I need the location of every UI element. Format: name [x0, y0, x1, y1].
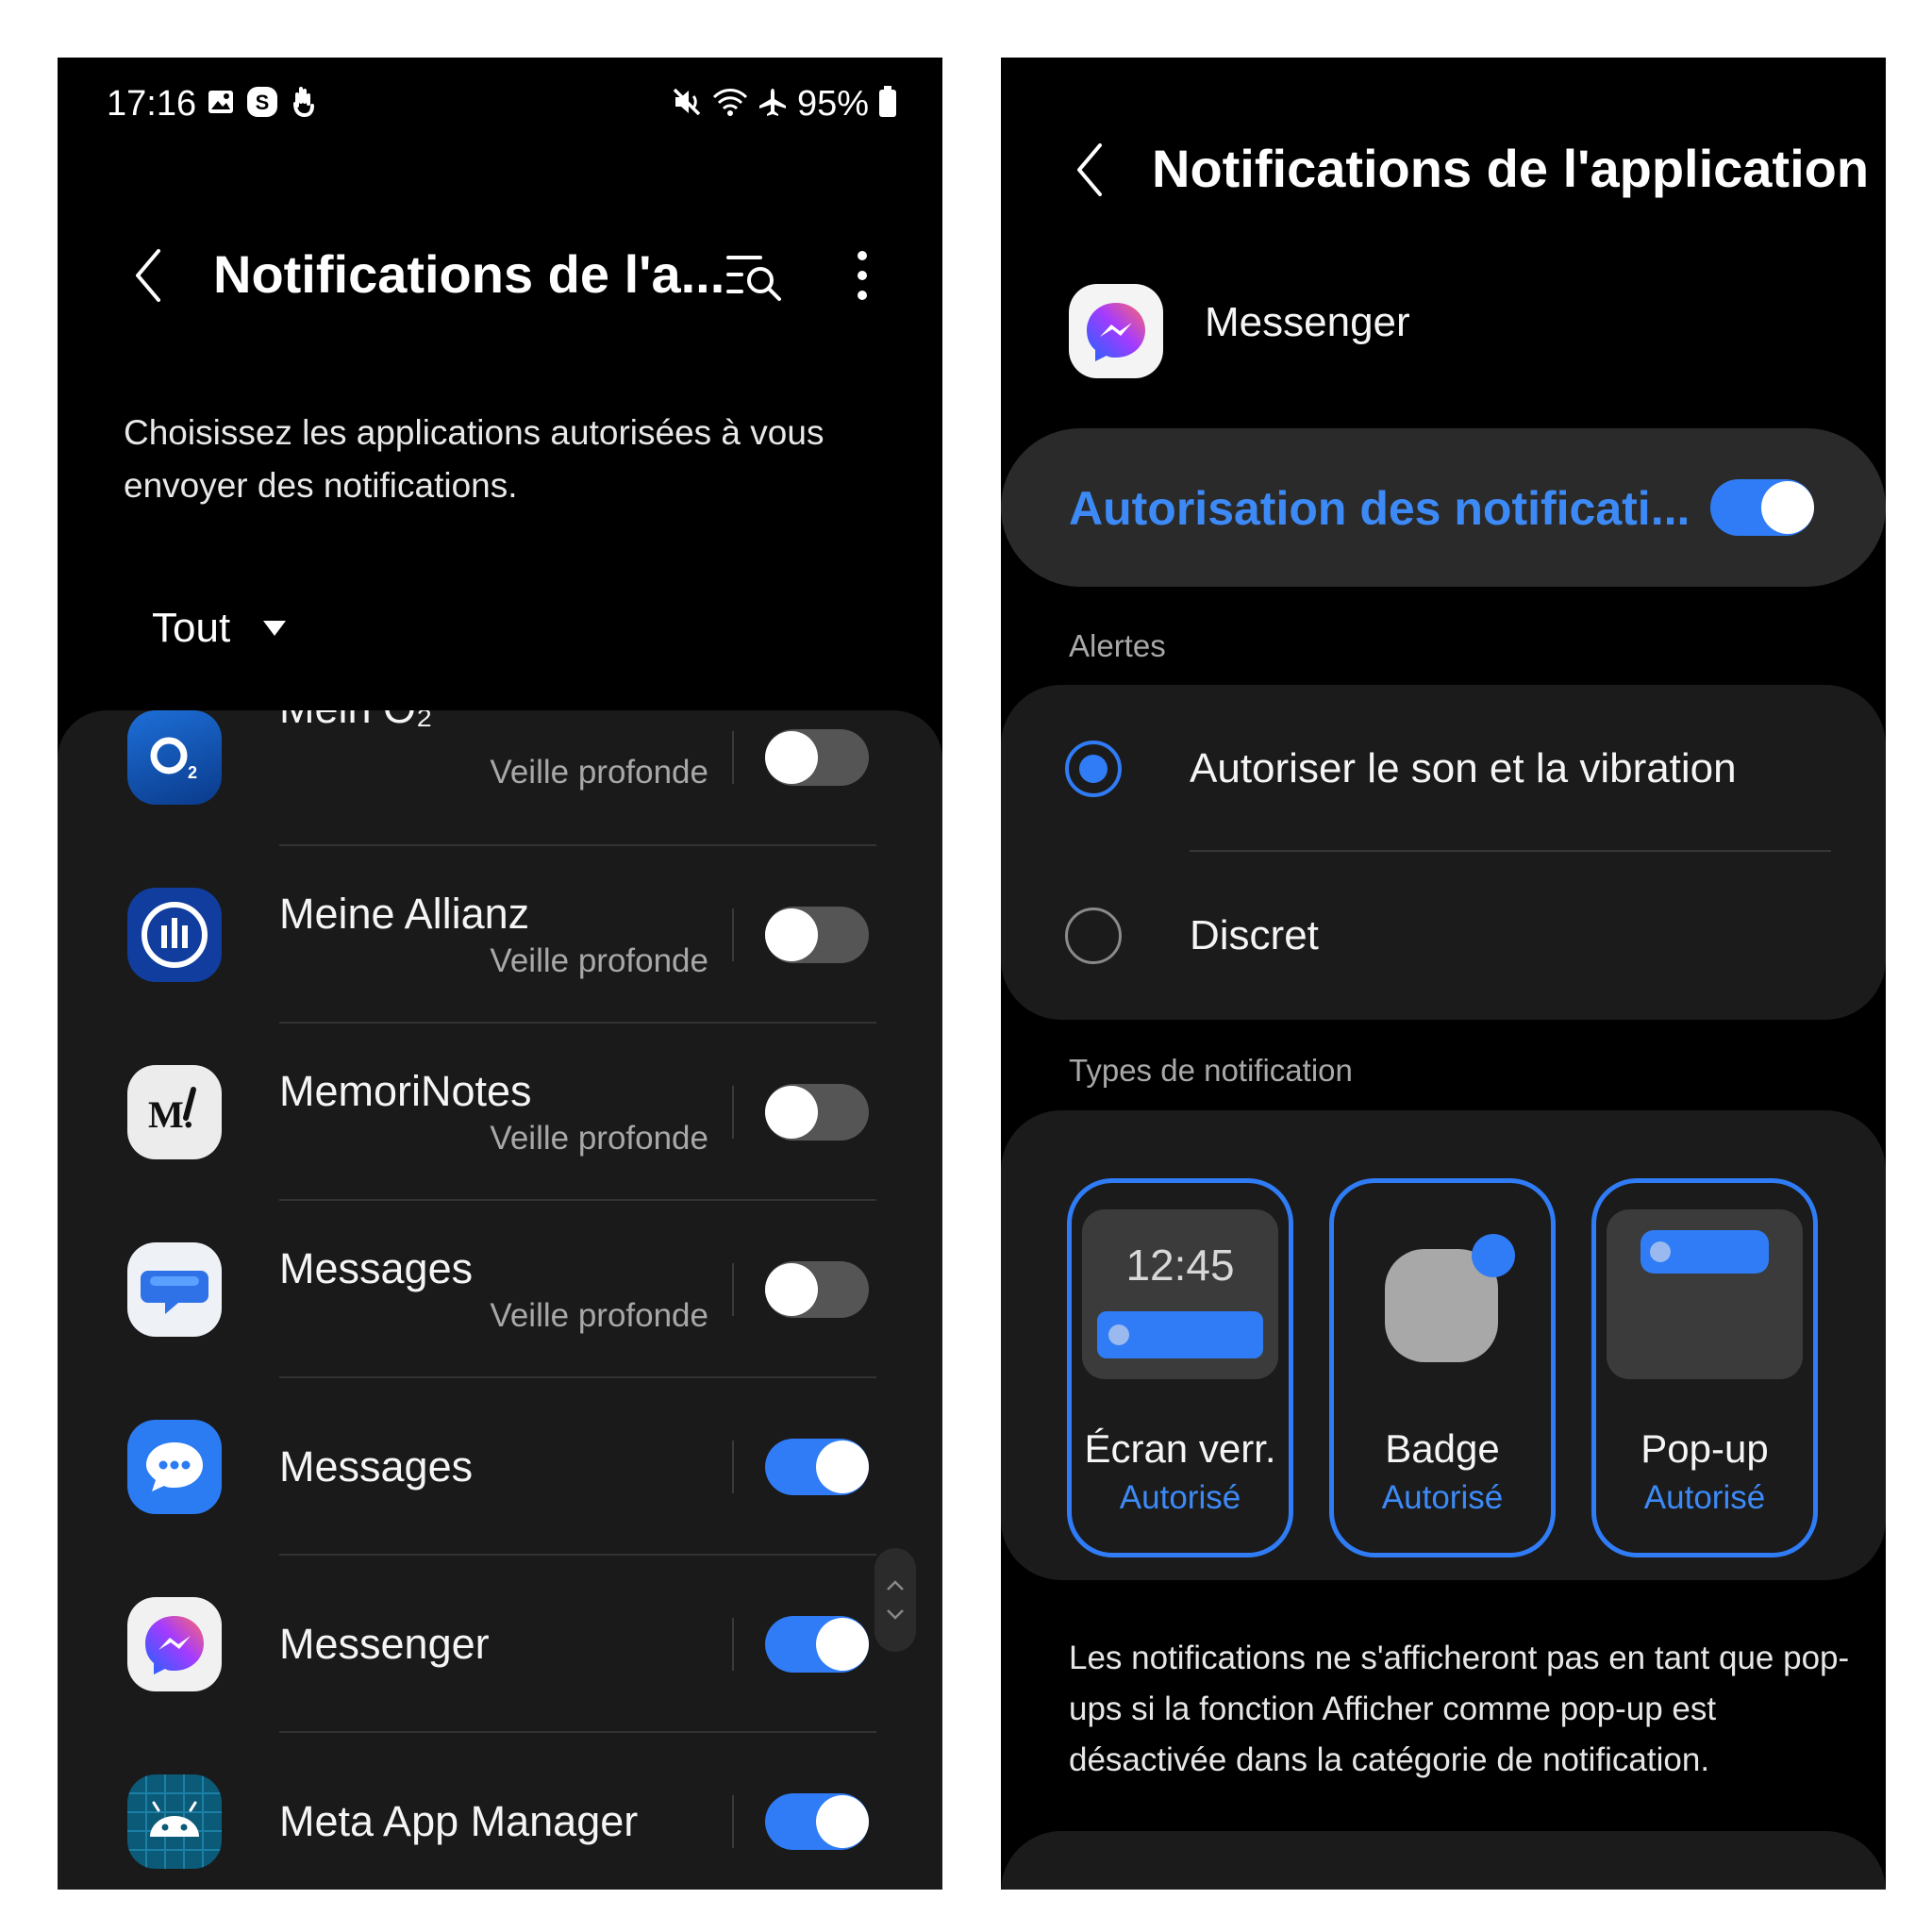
app-row-messenger[interactable]: Messenger	[58, 1556, 942, 1733]
app-list[interactable]: 2 Mein O₂ Veille profonde Meine Allianz …	[58, 710, 942, 1890]
app-subtitle: Veille profonde	[490, 1120, 708, 1157]
type-status: Autorisé	[1119, 1479, 1241, 1516]
filter-label: Tout	[152, 605, 231, 651]
type-badge[interactable]: Badge Autorisé	[1329, 1178, 1556, 1557]
app-toggle-mein-o2[interactable]	[765, 729, 869, 786]
notification-types-card: 12:45 Écran verr. Autorisé Badge Autoris…	[1001, 1110, 1886, 1580]
messenger-icon	[1069, 284, 1163, 378]
caret-down-icon	[263, 621, 287, 636]
app-row-meta-app-manager[interactable]: Meta App Manager	[58, 1733, 942, 1890]
app-toggle-memorinotes[interactable]	[765, 1084, 869, 1141]
battery-icon	[878, 86, 897, 123]
type-name: Écran verr.	[1084, 1426, 1276, 1471]
back-button[interactable]	[116, 242, 182, 308]
o2-icon: 2	[127, 710, 222, 805]
alerts-card: Autoriser le son et la vibration Discret	[1001, 685, 1886, 1020]
more-vertical-icon	[858, 251, 867, 300]
app-row-memorinotes[interactable]: M. MemoriNotes Veille profonde	[58, 1024, 942, 1201]
s-app-icon: S	[246, 86, 278, 123]
google-messages-icon	[127, 1242, 222, 1337]
chevron-down-icon	[887, 1609, 904, 1620]
app-name: Mein O₂	[279, 710, 433, 733]
alert-option-silent[interactable]: Discret	[1001, 852, 1886, 1020]
app-subtitle: Veille profonde	[490, 942, 708, 979]
image-icon	[207, 88, 235, 121]
svg-text:S: S	[256, 91, 270, 114]
app-name: Messenger	[279, 1620, 490, 1668]
mute-icon	[671, 86, 703, 123]
next-settings-card	[1001, 1831, 1886, 1890]
radio-label: Discret	[1190, 912, 1319, 958]
page-description: Choisissez les applications autorisées à…	[124, 413, 824, 505]
filter-dropdown[interactable]: Tout	[152, 605, 287, 652]
meta-app-manager-icon	[127, 1774, 222, 1869]
messenger-icon	[127, 1597, 222, 1691]
allow-notifications-row[interactable]: Autorisation des notificati...	[1001, 428, 1886, 587]
popup-notification-bar	[1641, 1230, 1769, 1274]
wifi-icon	[712, 86, 748, 123]
chevron-up-icon	[887, 1580, 904, 1591]
status-time: 17:16	[107, 84, 197, 124]
popup-info-text: Les notifications ne s'afficheront pas e…	[1069, 1640, 1850, 1778]
radio-sound-vibration[interactable]	[1065, 741, 1122, 797]
battery-percent: 95%	[796, 84, 869, 124]
svg-text:2: 2	[188, 763, 197, 782]
app-row-mein-o2[interactable]: 2 Mein O₂ Veille profonde	[58, 710, 942, 846]
app-row-google-messages[interactable]: Messages Veille profonde	[58, 1201, 942, 1378]
more-options-button[interactable]	[839, 242, 886, 308]
app-name: Meine Allianz	[279, 890, 530, 938]
app-name: Messages	[279, 1442, 474, 1491]
app-notification-settings-screen: Notifications de l'application Messenger…	[1001, 58, 1886, 1890]
back-button[interactable]	[1058, 137, 1124, 203]
status-bar: 17:16 S 95%	[58, 58, 942, 152]
app-name: Messenger	[1205, 299, 1410, 345]
allow-notifications-toggle[interactable]	[1710, 479, 1814, 536]
allow-notifications-label: Autorisation des notificati...	[1069, 482, 1690, 535]
type-name: Badge	[1385, 1426, 1500, 1471]
chevron-left-icon	[1077, 143, 1102, 196]
type-status: Autorisé	[1381, 1479, 1504, 1516]
radio-silent[interactable]	[1065, 908, 1122, 964]
memorinotes-icon: M.	[127, 1065, 222, 1159]
app-toggle-meine-allianz[interactable]	[765, 907, 869, 963]
chevron-left-icon	[136, 249, 160, 302]
type-popup[interactable]: Pop-up Autorisé	[1591, 1178, 1818, 1557]
app-toggle-meta-app-manager[interactable]	[765, 1793, 869, 1850]
popup-preview	[1607, 1209, 1803, 1379]
type-name: Pop-up	[1641, 1426, 1769, 1471]
app-row-samsung-messages[interactable]: Messages	[58, 1378, 942, 1556]
alerts-section-label: Alertes	[1069, 628, 1166, 663]
allianz-icon	[127, 888, 222, 982]
filter-search-icon	[726, 256, 781, 301]
radio-label: Autoriser le son et la vibration	[1190, 745, 1737, 791]
app-toggle-messenger[interactable]	[765, 1616, 869, 1673]
type-status: Autorisé	[1643, 1479, 1766, 1516]
app-row-meine-allianz[interactable]: Meine Allianz Veille profonde	[58, 846, 942, 1024]
app-toggle-google-messages[interactable]	[765, 1261, 869, 1318]
page-title: Notifications de l'application	[1152, 139, 1870, 198]
scrollbar[interactable]	[874, 1548, 916, 1652]
app-toggle-samsung-messages[interactable]	[765, 1439, 869, 1495]
app-name: Messages	[279, 1244, 474, 1292]
lock-screen-time: 12:45	[1125, 1241, 1235, 1290]
alert-option-sound-vibration[interactable]: Autoriser le son et la vibration	[1001, 685, 1886, 853]
samsung-messages-icon	[127, 1420, 222, 1514]
app-subtitle: Veille profonde	[490, 754, 708, 791]
status-icons-left: S	[207, 86, 316, 123]
lock-notification-bar	[1097, 1311, 1263, 1358]
type-lock-screen[interactable]: 12:45 Écran verr. Autorisé	[1067, 1178, 1293, 1557]
page-title: Notifications de l'a...	[213, 244, 725, 304]
notification-types-section-label: Types de notification	[1069, 1053, 1353, 1088]
filter-search-button[interactable]	[723, 242, 789, 308]
status-icons-right: 95%	[671, 84, 897, 125]
app-notifications-list-screen: 17:16 S 95% Notifications de l'a... Choi…	[58, 58, 942, 1890]
badge-dot	[1472, 1234, 1515, 1277]
hand-icon	[290, 87, 316, 122]
app-subtitle: Veille profonde	[490, 1297, 708, 1334]
app-name: MemoriNotes	[279, 1067, 532, 1115]
app-name: Meta App Manager	[279, 1797, 639, 1845]
lock-screen-preview: 12:45	[1082, 1209, 1278, 1379]
airplane-icon	[758, 87, 788, 122]
